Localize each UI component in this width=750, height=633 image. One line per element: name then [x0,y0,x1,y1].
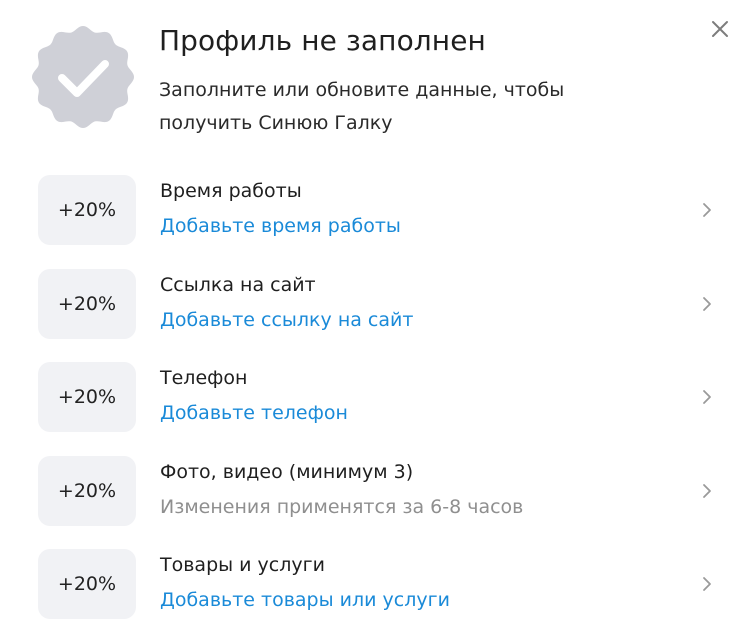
item-title: Время работы [160,180,302,202]
percent-tile: +20% [38,549,136,619]
chevron-right-icon [697,572,717,596]
item-title: Телефон [160,367,248,389]
close-icon [712,21,728,37]
chevron-right-icon [697,385,717,409]
percent-tile: +20% [38,456,136,526]
checklist-item-phone[interactable]: +20% Телефон Добавьте телефон [0,362,750,434]
pending-changes-note: Изменения применятся за 6-8 часов [160,496,524,518]
chevron-right-icon [697,292,717,316]
close-button[interactable] [705,14,735,44]
percent-tile: +20% [38,362,136,432]
page-title: Профиль не заполнен [159,24,486,57]
percent-tile: +20% [38,269,136,339]
add-work-hours-link[interactable]: Добавьте время работы [160,215,401,237]
chevron-right-icon [697,198,717,222]
add-goods-services-link[interactable]: Добавьте товары или услуги [160,589,450,611]
item-title: Ссылка на сайт [160,274,316,296]
percent-tile: +20% [38,175,136,245]
chevron-right-icon [697,479,717,503]
item-title: Товары и услуги [160,554,325,576]
add-phone-link[interactable]: Добавьте телефон [160,402,348,424]
page-subtitle: Заполните или обновите данные, чтобы пол… [159,79,565,134]
item-title: Фото, видео (минимум 3) [160,461,414,483]
checklist-item-photo-video[interactable]: +20% Фото, видео (минимум 3) Изменения п… [0,456,750,528]
checklist-item-website[interactable]: +20% Ссылка на сайт Добавьте ссылку на с… [0,269,750,341]
add-website-link[interactable]: Добавьте ссылку на сайт [160,309,413,331]
checklist-item-goods-services[interactable]: +20% Товары и услуги Добавьте товары или… [0,549,750,621]
verified-badge-icon [32,26,134,128]
checklist-item-work-hours[interactable]: +20% Время работы Добавьте время работы [0,175,750,247]
